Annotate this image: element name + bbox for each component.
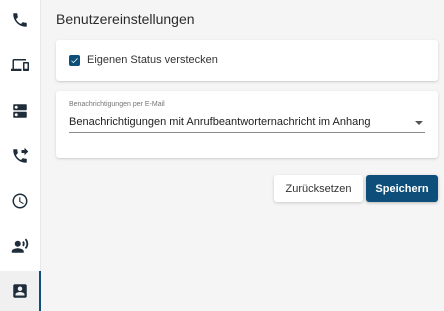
- dns-icon: [13, 104, 27, 118]
- devices-icon: [11, 59, 29, 71]
- record-voice-icon: [11, 238, 29, 253]
- history-icon: [12, 193, 28, 209]
- reset-button[interactable]: Zurücksetzen: [274, 175, 363, 202]
- sidebar-item-voice[interactable]: [0, 226, 40, 266]
- sidebar-item-forwarding[interactable]: [0, 136, 40, 176]
- phone-icon: [13, 13, 27, 27]
- sidebar-item-dns[interactable]: [0, 91, 40, 131]
- hide-status-label[interactable]: Eigenen Status verstecken: [87, 54, 218, 66]
- sidebar-item-contact[interactable]: [0, 271, 41, 311]
- status-card: Eigenen Status verstecken: [56, 40, 438, 81]
- sidebar-item-devices[interactable]: [0, 45, 40, 85]
- sidebar-item-history[interactable]: [0, 181, 40, 221]
- phone-forwarded-icon: [13, 147, 29, 163]
- hide-status-checkbox[interactable]: [69, 55, 80, 66]
- dropdown-arrow-icon: [415, 121, 423, 125]
- email-notification-select[interactable]: Benachrichtigungen mit Anrufbeantwortern…: [69, 113, 425, 133]
- email-notification-caption: Benachrichtigungen per E-Mail: [69, 101, 165, 108]
- email-notification-card: Benachrichtigungen per E-Mail Benachrich…: [56, 91, 438, 158]
- save-button[interactable]: Speichern: [366, 175, 438, 202]
- contact-card-icon: [13, 284, 27, 298]
- check-icon: [71, 58, 78, 64]
- email-notification-value: Benachrichtigungen mit Anrufbeantwortern…: [69, 116, 371, 128]
- page-title: Benutzereinstellungen: [56, 11, 195, 27]
- sidebar-item-phone[interactable]: [0, 0, 40, 40]
- sidebar: [0, 0, 41, 311]
